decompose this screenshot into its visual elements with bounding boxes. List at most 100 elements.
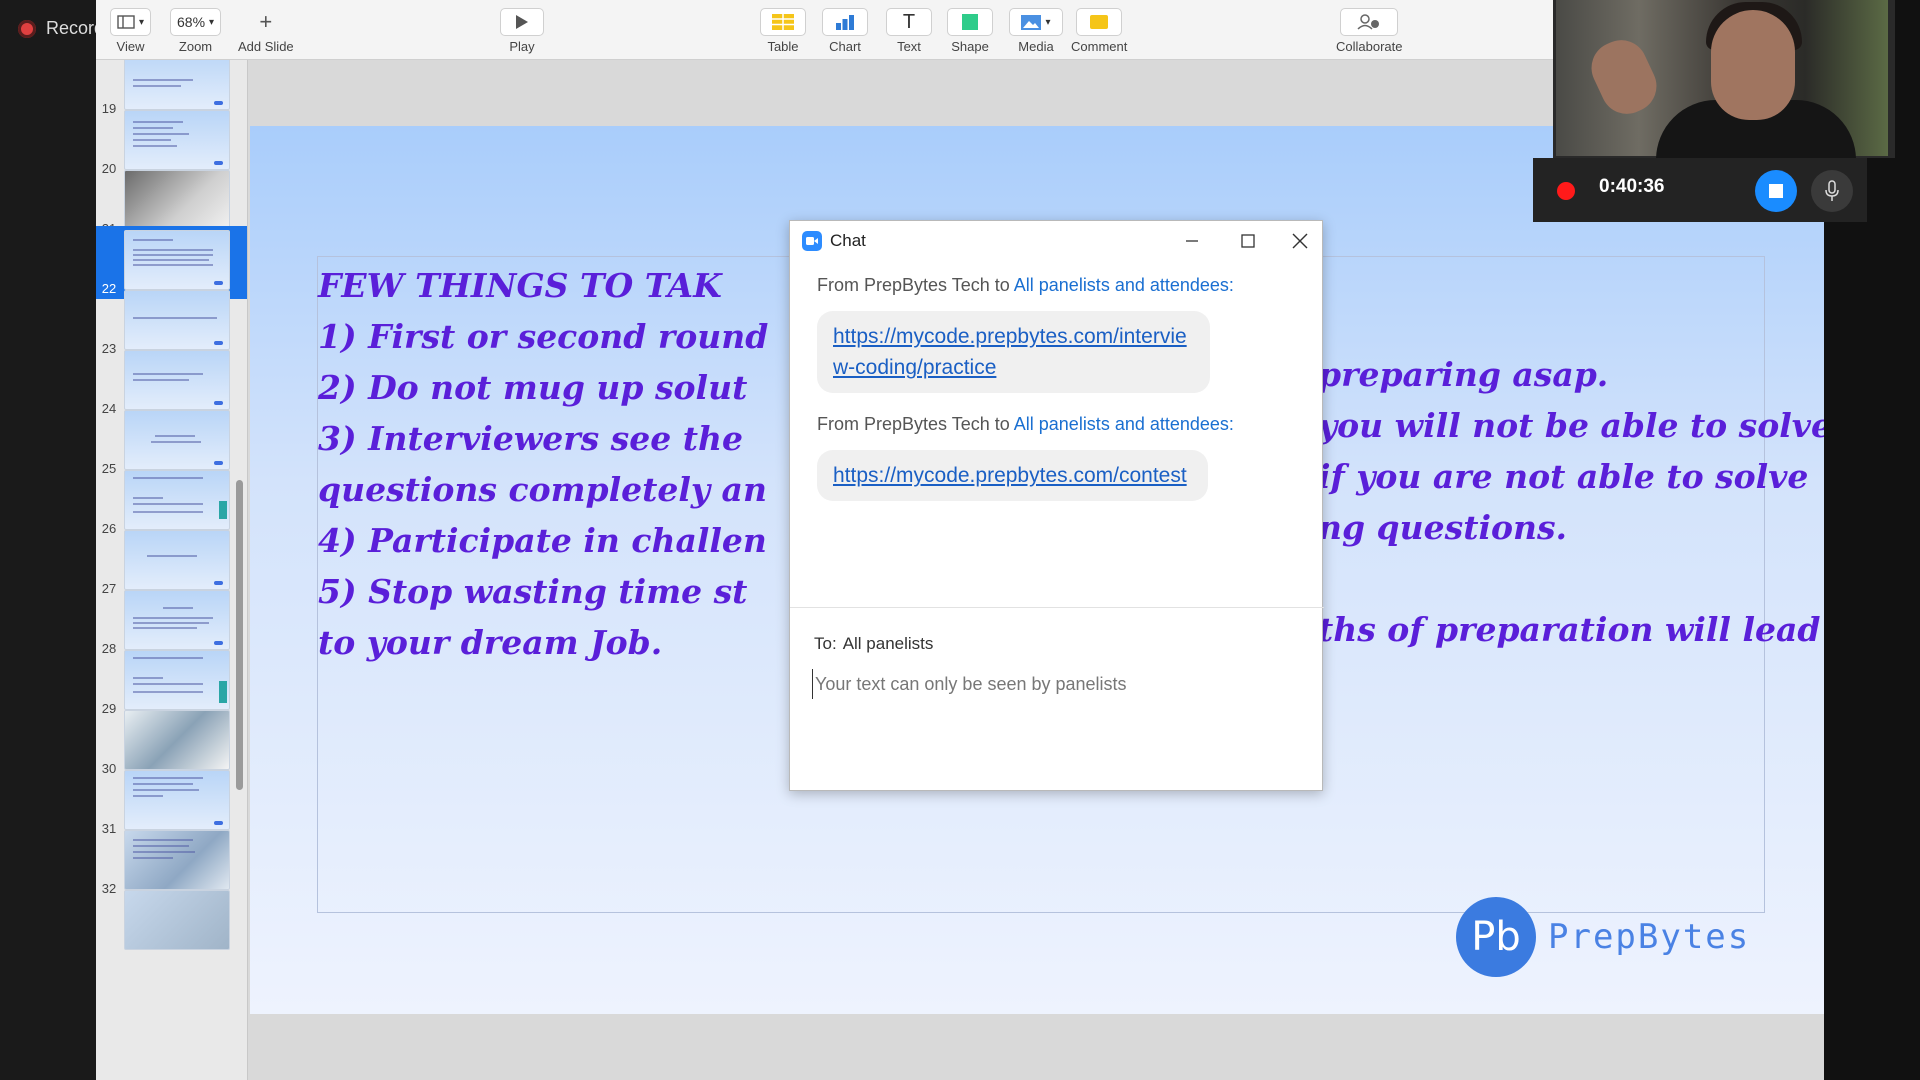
- chevron-down-icon: ▾: [139, 16, 145, 28]
- table-label: Table: [767, 39, 799, 54]
- slide-preview: [124, 590, 230, 650]
- to-label: To:: [814, 634, 837, 653]
- message-link[interactable]: https://mycode.prepbytes.com/interview-c…: [817, 311, 1210, 393]
- slide-preview: [124, 350, 230, 410]
- divider: [790, 607, 1324, 608]
- shape-icon: [962, 14, 978, 30]
- media-button[interactable]: ▾: [1009, 8, 1063, 36]
- speaker-video[interactable]: [1553, 0, 1895, 158]
- comment-icon: [1090, 15, 1109, 29]
- slide-preview: [124, 110, 230, 170]
- sidebar-scrollbar[interactable]: [236, 480, 243, 790]
- slide-line-2-right: you will not be able to solve it: [1318, 406, 1872, 445]
- slide-preview: [124, 890, 230, 950]
- zoom-value: 68%: [177, 14, 206, 30]
- stop-recording-button[interactable]: [1755, 170, 1797, 212]
- slide-body-right: preparing asap. you will not be able to …: [1318, 349, 1897, 655]
- recording-controls: 0:40:36: [1533, 158, 1867, 222]
- text-label: Text: [897, 39, 921, 54]
- text-control[interactable]: T Text: [886, 8, 932, 54]
- minimize-icon[interactable]: [1178, 227, 1206, 255]
- recipient-selector[interactable]: To: All panelists: [814, 634, 933, 654]
- message-header: From PrepBytes Tech to All panelists and…: [817, 414, 1234, 435]
- add-slide-label: Add Slide: [238, 39, 294, 54]
- slide-preview: [124, 830, 230, 890]
- recipient-value[interactable]: All panelists: [843, 634, 934, 653]
- comment-label: Comment: [1071, 39, 1128, 54]
- recording-timer: 0:40:36: [1599, 176, 1665, 197]
- recording-indicator[interactable]: Recording: [18, 18, 96, 39]
- slide-thumbnail-next[interactable]: [96, 886, 247, 959]
- stop-icon: [1769, 184, 1783, 198]
- add-slide-control[interactable]: + Add Slide: [238, 8, 294, 54]
- slide-navigator: 19 20 21 22 23 24 25 26 27 28 29 30 31 3…: [96, 60, 248, 1080]
- microphone-icon: [1825, 180, 1839, 201]
- play-label: Play: [509, 39, 535, 54]
- logo-mark: Pb: [1456, 897, 1536, 977]
- collaborate-button[interactable]: [1340, 8, 1399, 36]
- chart-label: Chart: [829, 39, 861, 54]
- zoom-label: Zoom: [178, 39, 213, 54]
- slide-preview: [124, 470, 230, 530]
- chat-title: Chat: [830, 231, 866, 250]
- slide-line-1-right: preparing asap.: [1318, 355, 1609, 394]
- recording-strip: Recording: [0, 0, 96, 1080]
- message-header: From PrepBytes Tech to All panelists and…: [817, 275, 1234, 296]
- slide-preview-photo: [124, 170, 230, 230]
- table-button[interactable]: [760, 8, 806, 36]
- chat-titlebar[interactable]: Chat: [790, 221, 1322, 261]
- slide-preview: [124, 770, 230, 830]
- slide-line-5-right: [1318, 553, 1818, 604]
- record-icon: [18, 19, 36, 38]
- collaborate-icon: [1357, 14, 1380, 30]
- slide-preview: [124, 60, 230, 110]
- maximize-icon[interactable]: [1234, 227, 1262, 255]
- recording-label: Recording: [46, 18, 96, 38]
- play-button[interactable]: [500, 8, 544, 36]
- zoom-app-icon: [802, 231, 822, 251]
- view-button[interactable]: ▾: [110, 8, 152, 36]
- chevron-down-icon: ▾: [1045, 16, 1051, 28]
- message-link[interactable]: https://mycode.prepbytes.com/contest: [817, 450, 1208, 501]
- media-label: Media: [1018, 39, 1054, 54]
- media-control[interactable]: ▾ Media: [1009, 8, 1063, 54]
- comment-button[interactable]: [1076, 8, 1123, 36]
- screen-edge: [1824, 222, 1920, 1080]
- table-control[interactable]: Table: [760, 8, 806, 54]
- shape-label: Shape: [951, 39, 989, 54]
- view-control[interactable]: ▾ View: [110, 8, 152, 54]
- chat-window[interactable]: Chat From PrepBytes Tech to All panelist…: [789, 220, 1324, 791]
- speaker-hand: [1582, 31, 1666, 123]
- zoom-select[interactable]: 68% ▾: [170, 8, 222, 36]
- slide-preview: [124, 230, 230, 290]
- chart-button[interactable]: [822, 8, 868, 36]
- recording-dot-icon: [1557, 182, 1575, 200]
- chart-icon: [836, 15, 854, 30]
- slide-line-3-right: if you are not able to solve: [1318, 457, 1809, 496]
- slide-preview: [124, 650, 230, 710]
- speaker-face: [1711, 10, 1795, 120]
- play-control[interactable]: Play: [500, 8, 544, 54]
- view-label: View: [116, 39, 145, 54]
- shape-button[interactable]: [947, 8, 993, 36]
- message-sender: From PrepBytes Tech to: [817, 275, 1010, 295]
- chat-message-input[interactable]: [812, 669, 1292, 699]
- zoom-control[interactable]: 68% ▾ Zoom: [170, 8, 222, 54]
- plus-icon[interactable]: +: [253, 8, 278, 36]
- shape-control[interactable]: Shape: [947, 8, 993, 54]
- microphone-button[interactable]: [1811, 170, 1853, 212]
- video-feed: [1556, 0, 1888, 158]
- chart-control[interactable]: Chart: [822, 8, 868, 54]
- message-recipients[interactable]: All panelists and attendees:: [1014, 414, 1234, 434]
- close-icon[interactable]: [1286, 227, 1314, 255]
- chevron-down-icon: ▾: [209, 16, 215, 28]
- prepbytes-logo: Pb PrepBytes: [1456, 897, 1750, 977]
- slide-preview: [124, 530, 230, 590]
- collaborate-control[interactable]: Collaborate: [1336, 8, 1403, 54]
- comment-control[interactable]: Comment: [1071, 8, 1127, 54]
- collaborate-label: Collaborate: [1336, 39, 1403, 54]
- slide-line-4-right: ng questions.: [1318, 508, 1568, 547]
- text-icon[interactable]: T: [886, 8, 932, 36]
- slide-preview-photo: [124, 710, 230, 770]
- message-recipients[interactable]: All panelists and attendees:: [1014, 275, 1234, 295]
